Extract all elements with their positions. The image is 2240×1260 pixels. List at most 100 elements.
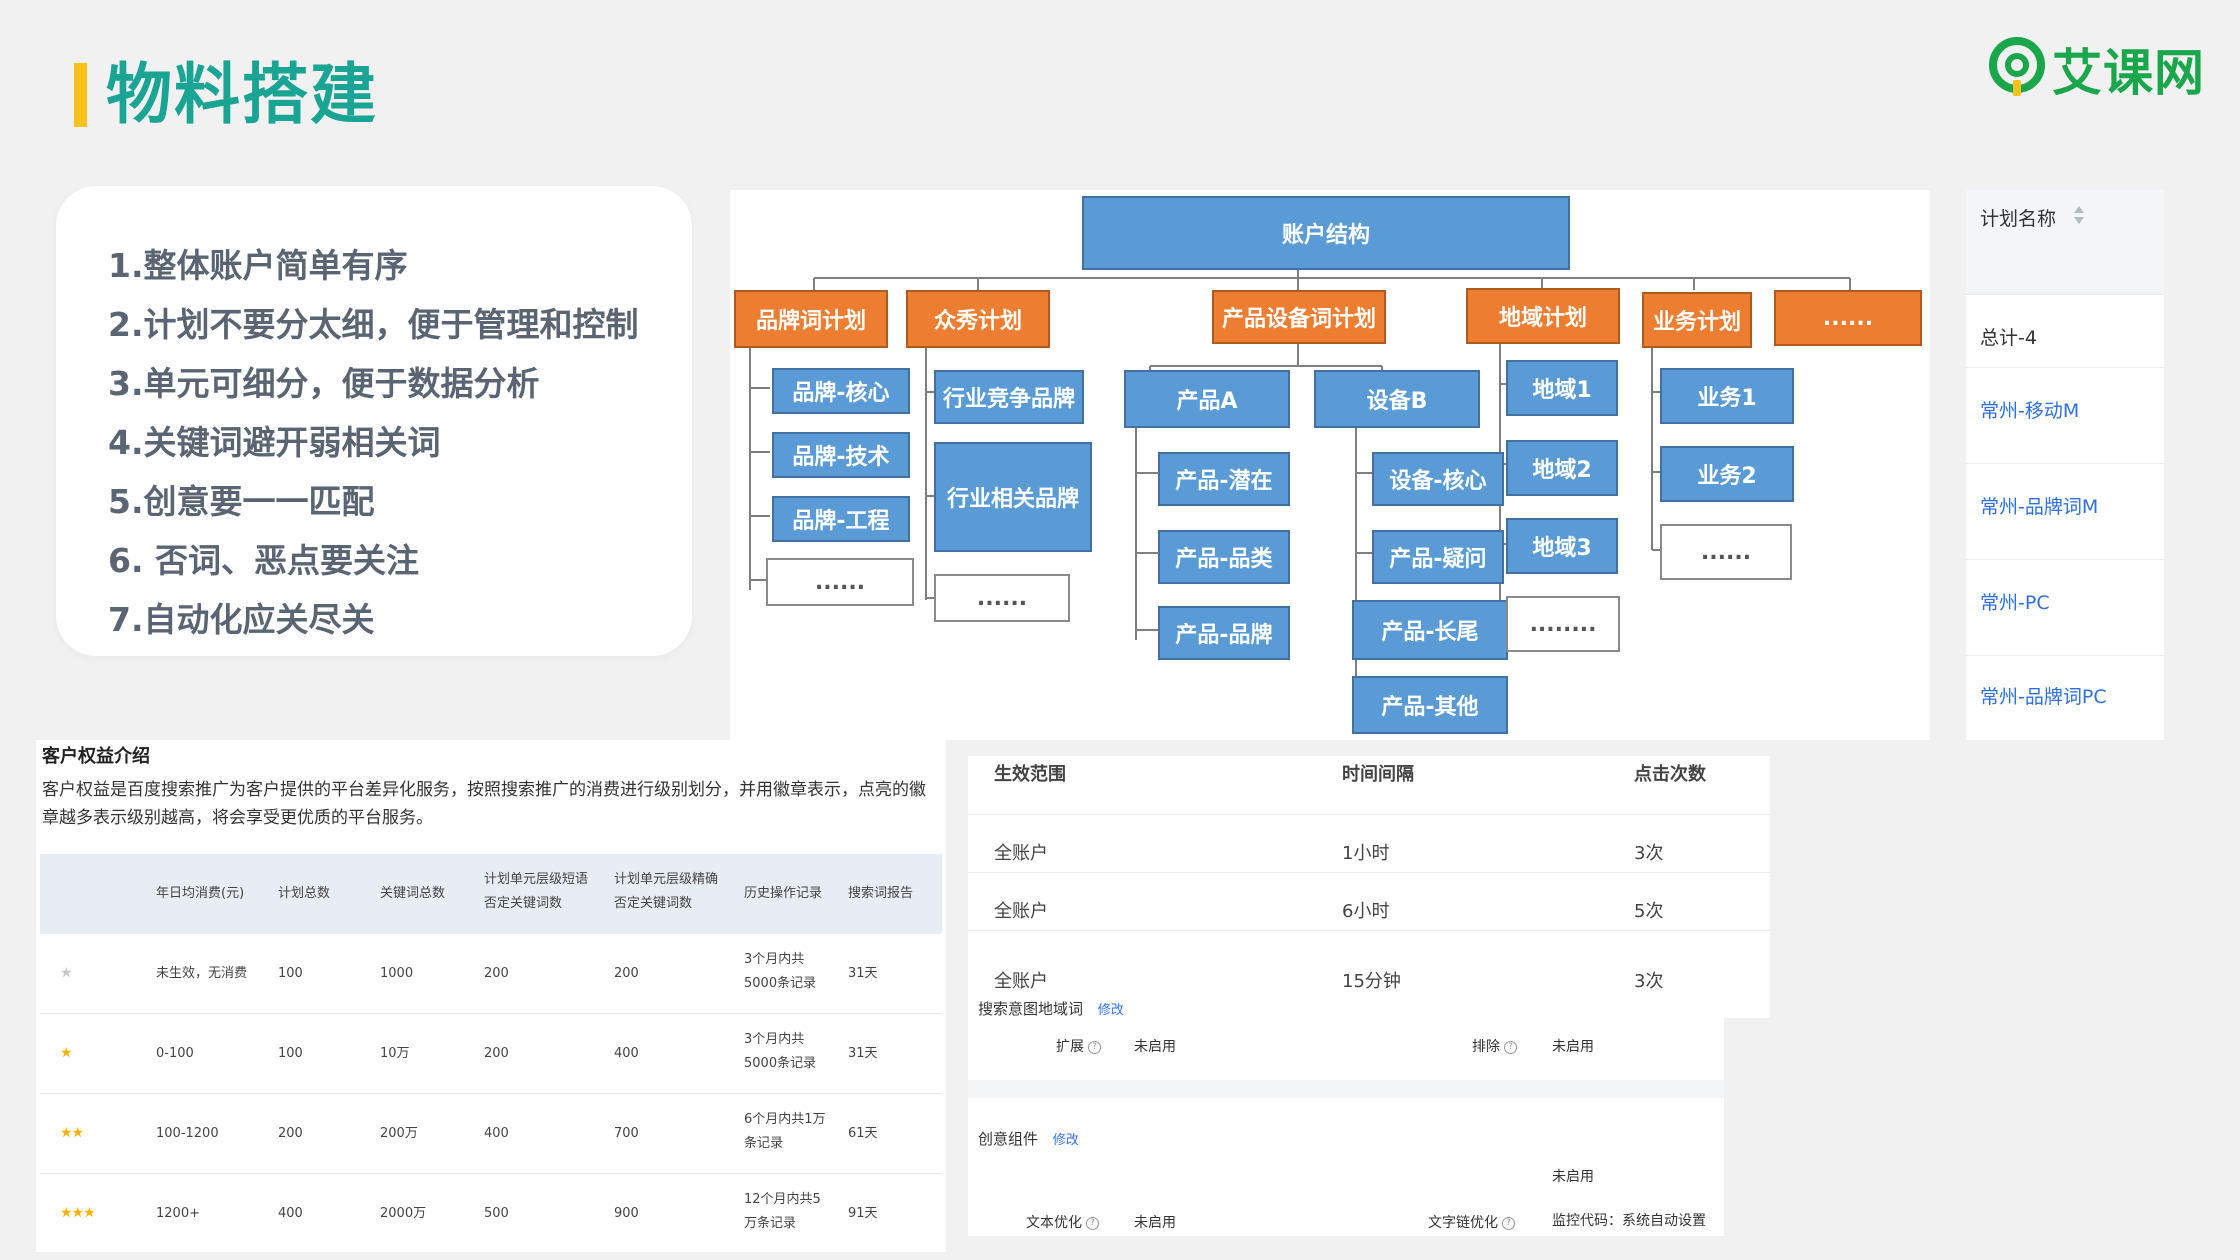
rights-cell: 31天 [848, 966, 878, 981]
rights-row: ★★ 100-1200 200 200万 400 700 6个月内共1万条记录 … [40, 1094, 942, 1174]
rights-cell: 200 [484, 1046, 509, 1061]
rights-header-cell: 计划总数 [278, 886, 331, 901]
org-unit-node: 品牌-技术 [772, 432, 910, 478]
freq-row: 全账户 15分钟 3次 [968, 930, 1770, 992]
plan-name-header[interactable]: 计划名称 [1966, 190, 2164, 295]
rights-cell: 900 [614, 1206, 639, 1221]
freq-row: 全账户 1小时 3次 [968, 814, 1770, 873]
plan-link[interactable]: 常州-品牌词PC [1980, 682, 2107, 709]
org-unit-node: 行业竞争品牌 [934, 370, 1084, 424]
rights-header-cell: 计划单元层级精确否定关键词数 [614, 872, 719, 911]
badge-star-icon: ★★★ [60, 1205, 96, 1221]
section-divider [968, 1080, 1724, 1098]
help-icon[interactable]: ? [1502, 1216, 1515, 1230]
freq-cell: 1小时 [1342, 843, 1390, 864]
creative-edit-link[interactable]: 修改 [1053, 1133, 1079, 1148]
plan-row[interactable]: 常州-品牌词PC [1966, 656, 2164, 740]
click-frequency-table: 生效范围 时间间隔 点击次数 全账户 1小时 3次 全账户 6小时 5次 全账户… [968, 756, 1770, 1018]
org-unit-node: 地域2 [1506, 440, 1618, 496]
key-point: 2.计划不要分太细，便于管理和控制 [108, 305, 639, 344]
rights-cell: 1000 [380, 966, 414, 981]
org-unit-node: 地域1 [1506, 360, 1618, 416]
title-accent-bar [74, 63, 87, 127]
chain-label: 文字链优化 [1428, 1215, 1498, 1231]
rights-cell: 1200+ [156, 1206, 200, 1221]
sort-icon[interactable] [2072, 204, 2086, 226]
geo-intent-label: 搜索意图地域词 [978, 1000, 1084, 1018]
freq-cell: 5次 [1634, 901, 1664, 922]
org-plan-node: 产品设备词计划 [1212, 290, 1386, 344]
org-unit-node: ........ [1506, 596, 1620, 652]
key-point: 5.创意要一一匹配 [108, 482, 375, 521]
rights-cell: 6个月内共1万条记录 [744, 1112, 826, 1151]
page-title: 物料搭建 [106, 56, 378, 133]
org-unit-node: 产品-品牌 [1158, 606, 1290, 660]
rights-header-cell: 关键词总数 [380, 886, 446, 901]
rights-cell: 200万 [380, 1126, 418, 1141]
geo-edit-link[interactable]: 修改 [1098, 1003, 1124, 1018]
rights-cell: 100 [278, 1046, 303, 1061]
rights-cell: 100 [278, 966, 303, 981]
key-point: 3.单元可细分，便于数据分析 [108, 364, 540, 403]
freq-cell: 3次 [1634, 971, 1664, 992]
rights-row: ★ 0-100 100 10万 200 400 3个月内共5000条记录 31天 [40, 1014, 942, 1094]
account-structure-diagram: 账户结构 品牌词计划 众秀计划 产品设备词计划 地域计划 业务计划 ......… [730, 190, 1930, 740]
plan-link[interactable]: 常州-移动M [1980, 396, 2079, 423]
freq-header-cell: 生效范围 [994, 764, 1066, 785]
freq-cell: 全账户 [994, 971, 1048, 992]
rights-cell: 12个月内共5万条记录 [744, 1192, 821, 1231]
freq-header-cell: 时间间隔 [1342, 764, 1414, 785]
exclude-value: 未启用 [1552, 1039, 1594, 1055]
key-point: 4.关键词避开弱相关词 [108, 423, 441, 462]
rights-title: 客户权益介绍 [42, 746, 150, 767]
key-points-list: 1.整体账户简单有序 2.计划不要分太细，便于管理和控制 3.单元可细分，便于数… [108, 236, 639, 649]
rights-header-cell: 搜索词报告 [848, 886, 914, 901]
plan-link[interactable]: 常州-品牌词M [1980, 492, 2098, 519]
org-unit-node: 品牌-核心 [772, 368, 910, 414]
org-unit-node: 产品-疑问 [1372, 530, 1504, 584]
rights-cell: 400 [484, 1126, 509, 1141]
rights-cell: 200 [484, 966, 509, 981]
text-opt-value: 未启用 [1134, 1215, 1176, 1231]
expand-value: 未启用 [1134, 1039, 1176, 1055]
badge-star-icon: ★ [60, 1045, 73, 1061]
org-unit-node: 产品A [1124, 370, 1290, 428]
org-unit-node: 业务1 [1660, 368, 1794, 424]
badge-star-icon: ★★ [60, 1125, 84, 1141]
plan-row[interactable]: 常州-PC [1966, 560, 2164, 656]
key-point: 1.整体账户简单有序 [108, 246, 408, 285]
key-point: 6. 否词、恶点要关注 [108, 541, 419, 580]
rights-cell: 61天 [848, 1126, 878, 1141]
key-point: 7.自动化应关尽关 [108, 600, 375, 639]
expand-setting: 扩展? [1056, 1036, 1101, 1056]
org-plan-node: 品牌词计划 [734, 290, 888, 348]
rights-cell: 0-100 [156, 1046, 194, 1061]
plan-total: 总计-4 [1980, 327, 2037, 349]
freq-cell: 全账户 [994, 843, 1048, 864]
org-unit-node: 设备B [1314, 370, 1480, 428]
help-icon[interactable]: ? [1504, 1040, 1517, 1054]
freq-cell: 6小时 [1342, 901, 1390, 922]
plan-row[interactable]: 常州-移动M [1966, 368, 2164, 464]
org-plan-node: 众秀计划 [906, 290, 1050, 348]
logo-text: 艾课网 [2052, 44, 2205, 102]
org-unit-node: 产品-长尾 [1352, 600, 1508, 660]
help-icon[interactable]: ? [1088, 1040, 1101, 1054]
rights-row: ★ 未生效，无消费 100 1000 200 200 3个月内共5000条记录 … [40, 934, 942, 1014]
org-root-node: 账户结构 [1082, 196, 1570, 270]
creative-section: 创意组件 修改 [978, 1128, 1079, 1149]
rights-header-cell: 历史操作记录 [744, 886, 823, 901]
org-unit-node: ...... [1660, 524, 1792, 580]
freq-cell: 全账户 [994, 901, 1048, 922]
org-unit-node: 品牌-工程 [772, 496, 910, 542]
badge-star-icon: ★ [60, 965, 73, 981]
rights-description: 客户权益是百度搜索推广为客户提供的平台差异化服务，按照搜索推广的消费进行级别划分… [42, 780, 926, 828]
org-unit-node: ...... [766, 558, 914, 606]
plan-link[interactable]: 常州-PC [1980, 588, 2050, 615]
rights-cell: 10万 [380, 1046, 410, 1061]
text-opt-setting: 文本优化? [1026, 1212, 1099, 1232]
org-plan-node: ...... [1774, 290, 1922, 346]
rights-cell: 3个月内共5000条记录 [744, 1032, 817, 1071]
help-icon[interactable]: ? [1086, 1216, 1099, 1230]
plan-row[interactable]: 常州-品牌词M [1966, 464, 2164, 560]
